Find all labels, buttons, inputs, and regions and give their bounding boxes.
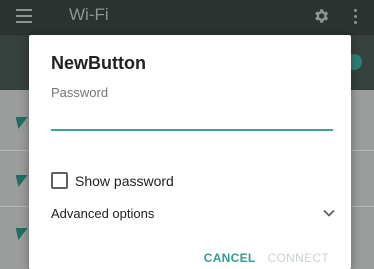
show-password-toggle[interactable]: Show password [51,172,174,189]
password-input[interactable] [51,105,333,131]
dialog-actions: CANCEL CONNECT [204,251,329,265]
hamburger-menu-icon[interactable] [16,9,32,23]
dialog-title: NewButton [51,53,146,73]
cancel-button[interactable]: CANCEL [204,251,256,265]
advanced-options-label: Advanced options [51,205,155,221]
more-vert-icon[interactable] [354,9,358,25]
wifi-password-dialog: NewButton Password Show password Advance… [29,35,351,269]
password-label: Password [51,85,109,100]
gear-icon[interactable] [312,7,330,25]
app-bar: Wi-Fi [0,0,374,35]
app-bar-title: Wi-Fi [69,5,109,24]
chevron-down-icon [323,209,335,217]
advanced-options-toggle[interactable]: Advanced options [51,203,335,223]
show-password-checkbox[interactable] [51,172,68,189]
show-password-label: Show password [75,172,174,189]
connect-button[interactable]: CONNECT [268,251,329,265]
